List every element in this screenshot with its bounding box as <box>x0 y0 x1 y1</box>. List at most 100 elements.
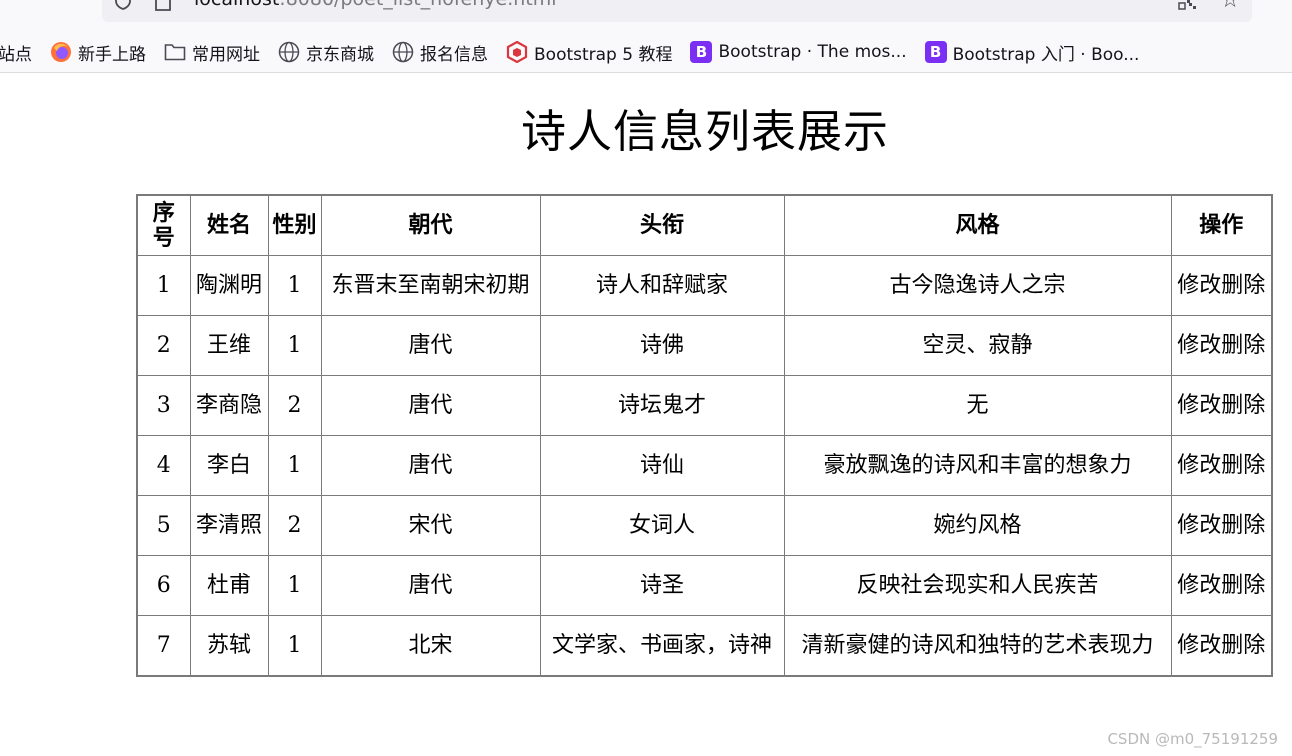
edit-link[interactable]: 修改 <box>1177 333 1221 358</box>
cell-title: 诗佛 <box>539 315 785 376</box>
bookmark-label: 报名信息 <box>420 44 488 65</box>
cell-name: 陶渊明 <box>189 255 269 316</box>
cell-name: 李商隐 <box>189 375 269 436</box>
cell-id: 7 <box>136 615 191 677</box>
cell-title: 诗仙 <box>539 435 785 496</box>
delete-link[interactable]: 删除 <box>1221 333 1265 358</box>
runoob-icon <box>506 41 528 63</box>
poet-table: 序号 姓名 性别 朝代 头衔 风格 操作 1 陶渊明 1 东晋末至南朝宋初期 诗… <box>136 194 1273 677</box>
cell-name: 王维 <box>189 315 269 376</box>
cell-gender: 1 <box>267 255 322 316</box>
cell-id: 4 <box>136 435 191 496</box>
cell-style: 无 <box>783 375 1172 436</box>
column-header-gender: 性别 <box>267 194 322 256</box>
bookmark-label: 新手上路 <box>78 44 146 65</box>
cell-style: 空灵、寂静 <box>783 315 1172 376</box>
table-row: 6 杜甫 1 唐代 诗圣 反映社会现实和人民疾苦 修改删除 <box>136 555 1273 616</box>
bookmark-bootstrap5-tutorial[interactable]: Bootstrap 5 教程 <box>506 38 672 66</box>
column-header-dynasty: 朝代 <box>320 194 541 256</box>
cell-id: 1 <box>136 255 191 316</box>
cell-id: 5 <box>136 495 191 556</box>
delete-link[interactable]: 删除 <box>1221 393 1265 418</box>
delete-link[interactable]: 删除 <box>1221 513 1265 538</box>
delete-link[interactable]: 删除 <box>1221 453 1265 478</box>
cell-actions: 修改删除 <box>1170 555 1273 616</box>
cell-style: 古今隐逸诗人之宗 <box>783 255 1172 316</box>
bookmarks-toolbar: 站点 新手上路 常用网址 京东商城 报名信息 Bootstrap 5 教程 B … <box>0 38 1157 66</box>
cell-title: 文学家、书画家，诗神 <box>539 615 785 677</box>
bookmark-registration-info[interactable]: 报名信息 <box>392 38 488 66</box>
edit-link[interactable]: 修改 <box>1177 273 1221 298</box>
url-host: localhost <box>194 0 279 10</box>
column-header-style: 风格 <box>783 194 1172 256</box>
bookmark-bootstrap-most[interactable]: B Bootstrap · The mos... <box>690 38 907 66</box>
bootstrap-icon: B <box>924 41 947 63</box>
address-bar[interactable]: localhost:8080/poet_list_hofenye.html ☆ <box>102 0 1252 22</box>
table-header-row: 序号 姓名 性别 朝代 头衔 风格 操作 <box>136 194 1273 256</box>
bookmark-star-icon[interactable]: ☆ <box>1220 0 1240 13</box>
cell-actions: 修改删除 <box>1170 375 1273 436</box>
delete-link[interactable]: 删除 <box>1221 633 1265 658</box>
column-header-title: 头衔 <box>539 194 785 256</box>
cell-gender: 1 <box>267 615 322 677</box>
edit-link[interactable]: 修改 <box>1177 453 1221 478</box>
cell-dynasty: 东晋末至南朝宋初期 <box>320 255 541 316</box>
bookmark-jd-mall[interactable]: 京东商城 <box>278 38 374 66</box>
bookmark-label: Bootstrap · The mos... <box>718 42 907 62</box>
edit-link[interactable]: 修改 <box>1177 573 1221 598</box>
cell-gender: 2 <box>267 495 322 556</box>
delete-link[interactable]: 删除 <box>1221 573 1265 598</box>
cell-title: 诗人和辞赋家 <box>539 255 785 316</box>
cell-actions: 修改删除 <box>1170 315 1273 376</box>
bookmark-getting-started[interactable]: 新手上路 <box>50 38 146 66</box>
cell-actions: 修改删除 <box>1170 255 1273 316</box>
table-row: 2 王维 1 唐代 诗佛 空灵、寂静 修改删除 <box>136 315 1273 376</box>
firefox-icon <box>50 41 72 63</box>
cell-name: 李白 <box>189 435 269 496</box>
cell-style: 婉约风格 <box>783 495 1172 556</box>
column-header-actions: 操作 <box>1170 194 1273 256</box>
bookmark-label: Bootstrap 入门 · Boo... <box>952 44 1140 65</box>
edit-link[interactable]: 修改 <box>1177 513 1221 538</box>
cell-name: 苏轼 <box>189 615 269 677</box>
cell-name: 杜甫 <box>189 555 269 616</box>
shield-icon[interactable] <box>114 0 132 10</box>
table-row: 7 苏轼 1 北宋 文学家、书画家，诗神 清新豪健的诗风和独特的艺术表现力 修改… <box>136 615 1273 677</box>
delete-link[interactable]: 删除 <box>1221 273 1265 298</box>
column-header-id: 序号 <box>136 194 191 256</box>
bootstrap-icon: B <box>690 41 713 63</box>
bookmark-bootstrap-intro[interactable]: B Bootstrap 入门 · Boo... <box>924 38 1140 66</box>
browser-chrome: localhost:8080/poet_list_hofenye.html ☆ … <box>0 0 1292 73</box>
bookmark-label: 站点 <box>0 44 32 65</box>
bookmark-sites[interactable]: 站点 <box>0 38 32 66</box>
cell-dynasty: 唐代 <box>320 315 541 376</box>
folder-icon <box>164 41 186 63</box>
page-title: 诗人信息列表展示 <box>520 105 889 158</box>
address-url[interactable]: localhost:8080/poet_list_hofenye.html <box>194 0 557 10</box>
cell-dynasty: 唐代 <box>320 435 541 496</box>
globe-icon <box>278 41 300 63</box>
cell-actions: 修改删除 <box>1170 435 1273 496</box>
cell-id: 6 <box>136 555 191 616</box>
cell-style: 清新豪健的诗风和独特的艺术表现力 <box>783 615 1172 677</box>
cell-actions: 修改删除 <box>1170 495 1273 556</box>
table-row: 1 陶渊明 1 东晋末至南朝宋初期 诗人和辞赋家 古今隐逸诗人之宗 修改删除 <box>136 255 1273 316</box>
cell-actions: 修改删除 <box>1170 615 1273 677</box>
edit-link[interactable]: 修改 <box>1177 393 1221 418</box>
cell-dynasty: 唐代 <box>320 555 541 616</box>
cell-dynasty: 唐代 <box>320 375 541 436</box>
cell-gender: 2 <box>267 375 322 436</box>
cell-title: 诗坛鬼才 <box>539 375 785 436</box>
cell-gender: 1 <box>267 555 322 616</box>
page-icon[interactable] <box>154 0 172 11</box>
bookmark-label: 京东商城 <box>306 44 374 65</box>
bookmark-common-sites[interactable]: 常用网址 <box>164 38 260 66</box>
cell-title: 女词人 <box>539 495 785 556</box>
cell-style: 豪放飘逸的诗风和丰富的想象力 <box>783 435 1172 496</box>
qr-code-icon[interactable] <box>1178 0 1198 10</box>
bookmark-label: Bootstrap 5 教程 <box>534 44 673 65</box>
table-row: 3 李商隐 2 唐代 诗坛鬼才 无 修改删除 <box>136 375 1273 436</box>
edit-link[interactable]: 修改 <box>1177 633 1221 658</box>
cell-title: 诗圣 <box>539 555 785 616</box>
url-path: :8080/poet_list_hofenye.html <box>279 0 556 10</box>
